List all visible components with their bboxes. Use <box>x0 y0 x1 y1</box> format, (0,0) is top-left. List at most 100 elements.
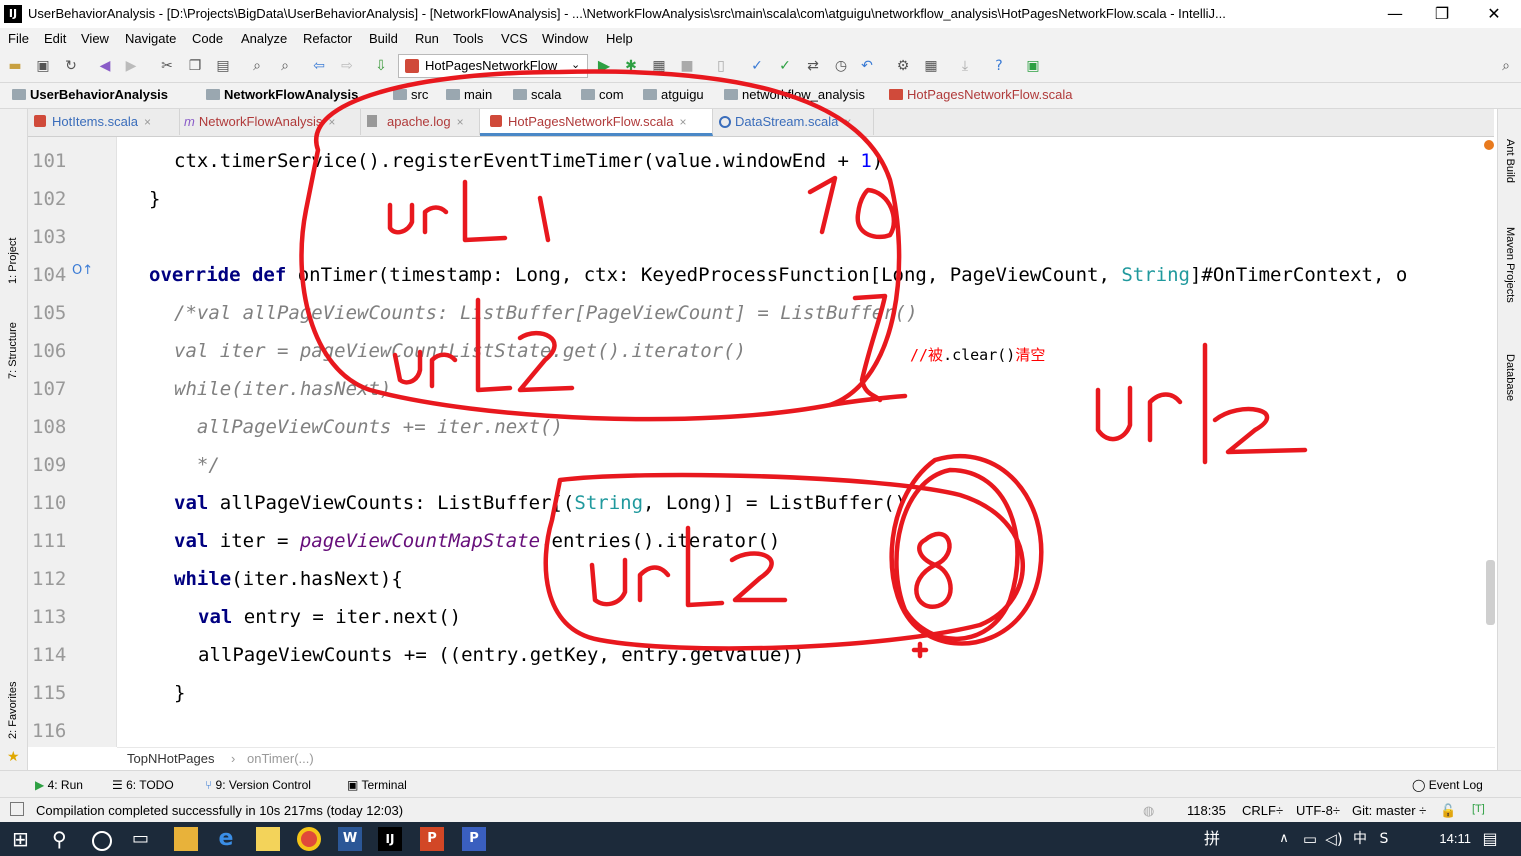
close-tab-icon[interactable]: × <box>328 115 335 129</box>
caret-position[interactable]: 118:35 <box>1187 803 1226 818</box>
download-icon[interactable]: ⤓ <box>956 57 974 75</box>
tab-datastream[interactable]: DataStream.scala × <box>713 109 874 135</box>
coverage-icon[interactable]: ▦ <box>650 57 668 75</box>
search-everywhere-icon[interactable]: ⌕ <box>1497 57 1515 75</box>
tool-windows-toggle-icon[interactable] <box>10 802 24 816</box>
windows-start-icon[interactable]: ⊞ <box>12 827 36 851</box>
menu-build[interactable]: Build <box>369 31 398 46</box>
breadcrumb-networkflow-analysis[interactable]: networkflow_analysis <box>724 87 865 102</box>
run-configuration-select[interactable]: HotPagesNetworkFlow ⌄ <box>398 54 588 78</box>
file-encoding[interactable]: UTF-8÷ <box>1296 803 1340 818</box>
notepad-icon[interactable] <box>256 827 280 851</box>
maven-projects-tool-button[interactable]: Maven Projects <box>1504 227 1516 303</box>
breadcrumb-file[interactable]: HotPagesNetworkFlow.scala <box>889 87 1072 102</box>
keyboard-icon[interactable]: S <box>1372 827 1396 851</box>
menu-help[interactable]: Help <box>606 31 633 46</box>
breadcrumb-object[interactable]: TopNHotPages <box>127 751 214 766</box>
minimize-button[interactable]: — <box>1375 2 1415 26</box>
git-branch[interactable]: Git: master ÷ <box>1352 803 1426 818</box>
version-control-tool-button[interactable]: ⑂ 9: Version Control <box>205 778 311 792</box>
ime-icon[interactable]: 中 <box>1348 827 1372 851</box>
menu-vcs[interactable]: VCS <box>501 31 528 46</box>
override-marker-icon[interactable]: O↑ <box>72 263 93 278</box>
input-method-icon[interactable]: 拼 <box>1200 827 1224 851</box>
lock-icon[interactable]: 🔓 <box>1440 803 1456 819</box>
menu-edit[interactable]: Edit <box>44 31 66 46</box>
menu-analyze[interactable]: Analyze <box>241 31 287 46</box>
vcs-update-icon[interactable]: ✓ <box>748 57 766 75</box>
tab-apache-log[interactable]: apache.log × <box>361 109 480 135</box>
help-icon[interactable]: ? <box>990 57 1008 75</box>
volume-icon[interactable]: ◁) <box>1322 827 1346 851</box>
close-tab-icon[interactable]: × <box>144 115 151 129</box>
vertical-scrollbar[interactable] <box>1486 560 1495 625</box>
vcs-compare-icon[interactable]: ⇄ <box>804 57 822 75</box>
favorites-tool-button[interactable]: 2: Favorites <box>7 682 19 739</box>
cut-icon[interactable]: ✂ <box>158 57 176 75</box>
run-tool-button[interactable]: ▶ 4: Run <box>35 778 83 792</box>
sync-icon[interactable]: ↻ <box>62 57 80 75</box>
tray-chevron-icon[interactable]: ∧ <box>1272 827 1296 851</box>
menu-file[interactable]: File <box>8 31 29 46</box>
save-icon[interactable]: ▣ <box>34 57 52 75</box>
paste-icon[interactable]: ▤ <box>214 57 232 75</box>
menu-tools[interactable]: Tools <box>453 31 483 46</box>
intellij-icon[interactable]: IJ <box>378 827 402 851</box>
chrome-icon[interactable] <box>297 827 321 851</box>
breadcrumb-module[interactable]: NetworkFlowAnalysis <box>206 87 358 102</box>
close-tab-icon[interactable]: × <box>679 115 686 129</box>
replace-icon[interactable]: ⌕ <box>276 57 294 75</box>
word-icon[interactable]: W <box>338 827 362 851</box>
project-tool-button[interactable]: 1: Project <box>7 238 19 284</box>
todo-tool-button[interactable]: ☰ 6: TODO <box>112 778 174 792</box>
run-icon[interactable]: ▶ <box>595 57 613 75</box>
error-stripe-marker-icon[interactable] <box>1484 140 1494 150</box>
nav-back-icon[interactable]: ⇦ <box>310 57 328 75</box>
task-view-icon[interactable]: ▭ <box>132 827 156 851</box>
line-separator[interactable]: CRLF÷ <box>1242 803 1283 818</box>
menu-refactor[interactable]: Refactor <box>303 31 352 46</box>
search-icon[interactable]: ⚲ <box>52 827 76 851</box>
app-icon[interactable]: P <box>462 827 486 851</box>
tab-hotitems[interactable]: HotItems.scala × <box>34 109 180 135</box>
forward-icon[interactable]: ▶ <box>122 57 140 75</box>
breadcrumb-atguigu[interactable]: atguigu <box>643 87 704 102</box>
breadcrumb-main[interactable]: main <box>446 87 492 102</box>
close-tab-icon[interactable]: × <box>457 115 464 129</box>
tab-networkflowanalysis[interactable]: m NetworkFlowAnalysis × <box>180 109 361 135</box>
tab-hotpagesnetworkflow[interactable]: HotPagesNetworkFlow.scala × <box>480 109 713 136</box>
status-message[interactable]: Compilation completed successfully in 10… <box>36 803 403 818</box>
ant-build-tool-button[interactable]: Ant Build <box>1504 139 1516 183</box>
menu-view[interactable]: View <box>81 31 109 46</box>
breadcrumb-com[interactable]: com <box>581 87 624 102</box>
clock[interactable]: 14:11 <box>1439 831 1471 846</box>
project-structure-icon[interactable]: ▦ <box>922 57 940 75</box>
stop-icon[interactable]: ■ <box>678 57 696 75</box>
copy-icon[interactable]: ❐ <box>186 57 204 75</box>
vcs-commit-icon[interactable]: ✓ <box>776 57 794 75</box>
terminal-tool-button[interactable]: ▣ Terminal <box>347 778 407 792</box>
open-folder-icon[interactable]: ▬ <box>6 57 24 75</box>
edge-icon[interactable]: e <box>214 827 238 851</box>
settings-icon[interactable]: ⚙ <box>894 57 912 75</box>
breadcrumb-scala[interactable]: scala <box>513 87 561 102</box>
powerpoint-icon[interactable]: P <box>420 827 444 851</box>
breadcrumb-method[interactable]: onTimer(...) <box>247 751 314 766</box>
menu-window[interactable]: Window <box>542 31 588 46</box>
code-editor[interactable]: ctx.timerService().registerEventTimeTime… <box>117 137 1495 747</box>
find-icon[interactable]: ⌕ <box>248 57 266 75</box>
inspection-icon[interactable]: [T] <box>1472 803 1485 815</box>
back-icon[interactable]: ◀ <box>96 57 114 75</box>
build-icon[interactable]: ⇩ <box>372 57 390 75</box>
menu-run[interactable]: Run <box>415 31 439 46</box>
breadcrumb-project[interactable]: UserBehaviorAnalysis <box>12 87 168 102</box>
structure-tool-button[interactable]: 7: Structure <box>7 322 19 379</box>
event-log-button[interactable]: ◯ Event Log <box>1412 778 1483 792</box>
vcs-history-icon[interactable]: ◷ <box>832 57 850 75</box>
file-explorer-icon[interactable] <box>174 827 198 851</box>
breadcrumb-src[interactable]: src <box>393 87 428 102</box>
nav-forward-icon[interactable]: ⇨ <box>338 57 356 75</box>
close-tab-icon[interactable]: × <box>844 115 851 129</box>
plugin-icon[interactable]: ▣ <box>1024 57 1042 75</box>
menu-code[interactable]: Code <box>192 31 223 46</box>
